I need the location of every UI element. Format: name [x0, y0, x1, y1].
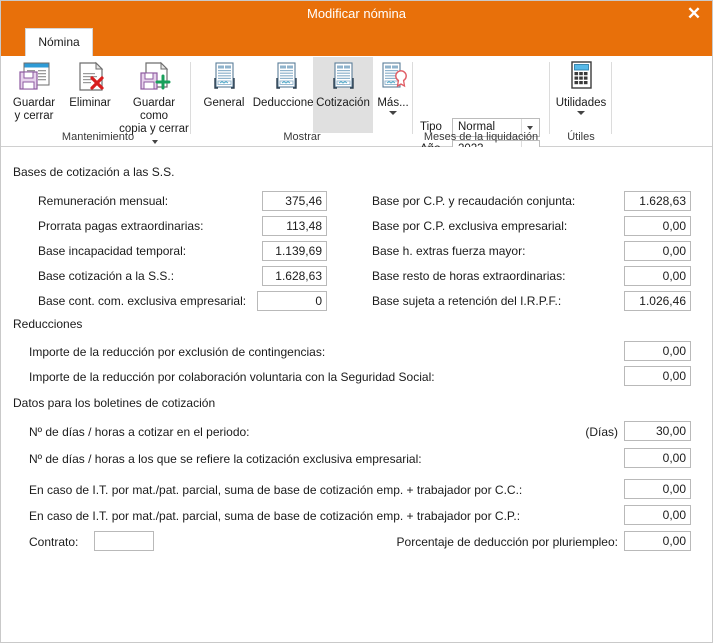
label-base-cont-com-exclusiva: Base cont. com. exclusiva empresarial: [38, 292, 246, 310]
group-label-mantenimiento: Mantenimiento [6, 131, 190, 143]
tab-nomina[interactable]: Nómina [25, 28, 93, 56]
label-prorrata-pagas: Prorrata pagas extraordinarias: [38, 217, 203, 235]
input-reduccion-colaboracion-voluntaria[interactable] [624, 366, 691, 386]
save-and-close-label-line1: Guardar [6, 97, 62, 110]
window-title: Modificar nómina [0, 0, 713, 28]
save-as-copy-and-close-button[interactable]: Guardar como copia y cerrar [118, 60, 190, 130]
close-icon[interactable]: ✕ [677, 0, 711, 28]
label-base-cp-exclusiva: Base por C.P. exclusiva empresarial: [372, 217, 567, 235]
label-it-parcial-cp: En caso de I.T. por mat./pat. parcial, s… [29, 507, 520, 525]
ribbon-separator-4 [611, 62, 612, 134]
input-base-resto-horas-extra[interactable] [624, 266, 691, 286]
title-bar: Modificar nómina ✕ [0, 0, 713, 28]
label-remuneracion-mensual: Remuneración mensual: [38, 192, 168, 210]
show-cotizacion-button[interactable]: Cotización [313, 57, 373, 133]
input-base-cp-exclusiva[interactable] [624, 216, 691, 236]
label-contrato: Contrato: [29, 533, 78, 551]
section-title-boletines: Datos para los boletines de cotización [13, 396, 215, 410]
input-dias-horas-exclusiva-empresarial[interactable] [624, 448, 691, 468]
chevron-down-icon[interactable] [389, 111, 397, 115]
tab-strip: Nómina [0, 28, 713, 56]
input-porcentaje-pluriempleo[interactable] [624, 531, 691, 551]
input-base-cont-com-exclusiva[interactable] [257, 291, 327, 311]
show-cotizacion-label: Cotización [313, 97, 373, 110]
label-base-resto-horas-extra: Base resto de horas extraordinarias: [372, 267, 565, 285]
group-label-mostrar: Mostrar [192, 131, 412, 143]
label-dias-horas-exclusiva-empresarial: Nº de días / horas a los que se refiere … [29, 450, 422, 468]
show-mas-label: Más... [374, 97, 412, 110]
input-prorrata-pagas[interactable] [262, 216, 327, 236]
section-title-bases: Bases de cotización a las S.S. [13, 165, 174, 179]
label-it-parcial-cc: En caso de I.T. por mat./pat. parcial, s… [29, 481, 522, 499]
utilidades-button[interactable]: Utilidades [553, 60, 609, 134]
delete-document-icon [63, 60, 117, 97]
delete-label: Eliminar [63, 97, 117, 110]
save-and-close-button[interactable]: Guardar y cerrar [6, 60, 62, 130]
input-contrato[interactable] [94, 531, 154, 551]
document-deductions-icon [250, 60, 322, 97]
utilidades-label: Utilidades [553, 97, 609, 110]
chevron-down-icon[interactable] [577, 111, 585, 115]
calculator-icon [553, 60, 609, 97]
ribbon-separator-3 [549, 62, 550, 134]
document-seal-icon [374, 60, 412, 97]
ribbon-separator-1 [190, 62, 191, 134]
input-base-cp-recaudacion[interactable] [624, 191, 691, 211]
label-base-cp-recaudacion: Base por C.P. y recaudación conjunta: [372, 192, 575, 210]
show-deducciones-label: Deducciones [250, 97, 322, 110]
show-general-button[interactable]: General [198, 60, 250, 130]
input-it-parcial-cp[interactable] [624, 505, 691, 525]
group-label-utiles: Útiles [551, 131, 611, 143]
save-copy-icon [118, 60, 190, 97]
show-mas-button[interactable]: Más... [374, 60, 412, 134]
input-dias-horas-cotizar[interactable] [624, 421, 691, 441]
save-and-close-icon [6, 60, 62, 97]
label-unidad-dias: (Días) [552, 423, 618, 441]
label-dias-horas-cotizar: Nº de días / horas a cotizar en el perio… [29, 423, 250, 441]
delete-button[interactable]: Eliminar [63, 60, 117, 130]
label-reduccion-colaboracion-voluntaria: Importe de la reducción por colaboración… [29, 368, 435, 386]
ribbon-toolbar: Guardar y cerrar Eliminar [0, 56, 713, 147]
label-base-h-extras-fuerza-mayor: Base h. extras fuerza mayor: [372, 242, 525, 260]
input-base-cotizacion-ss[interactable] [262, 266, 327, 286]
ribbon-separator-2 [412, 62, 413, 134]
show-deducciones-button[interactable]: Deducciones [250, 60, 322, 130]
label-base-sujeta-irpf: Base sujeta a retención del I.R.P.F.: [372, 292, 561, 310]
input-reduccion-exclusion-contingencias[interactable] [624, 341, 691, 361]
save-and-close-label-line2: y cerrar [6, 110, 62, 123]
label-base-incapacidad-temporal: Base incapacidad temporal: [38, 242, 186, 260]
document-general-icon [198, 60, 250, 97]
document-contribution-icon [313, 60, 373, 97]
input-base-sujeta-irpf[interactable] [624, 291, 691, 311]
input-remuneracion-mensual[interactable] [262, 191, 327, 211]
label-reduccion-exclusion-contingencias: Importe de la reducción por exclusión de… [29, 343, 325, 361]
input-it-parcial-cc[interactable] [624, 479, 691, 499]
input-base-incapacidad-temporal[interactable] [262, 241, 327, 261]
label-porcentaje-pluriempleo: Porcentaje de deducción por pluriempleo: [318, 533, 618, 551]
label-base-cotizacion-ss: Base cotización a la S.S.: [38, 267, 174, 285]
save-as-copy-label-line1: Guardar como [118, 97, 190, 123]
show-general-label: General [198, 97, 250, 110]
group-label-meses: Meses de la liquidación [414, 131, 548, 143]
section-title-reducciones: Reducciones [13, 317, 82, 331]
input-base-h-extras-fuerza-mayor[interactable] [624, 241, 691, 261]
form-body: Bases de cotización a las S.S. Remunerac… [0, 147, 713, 643]
